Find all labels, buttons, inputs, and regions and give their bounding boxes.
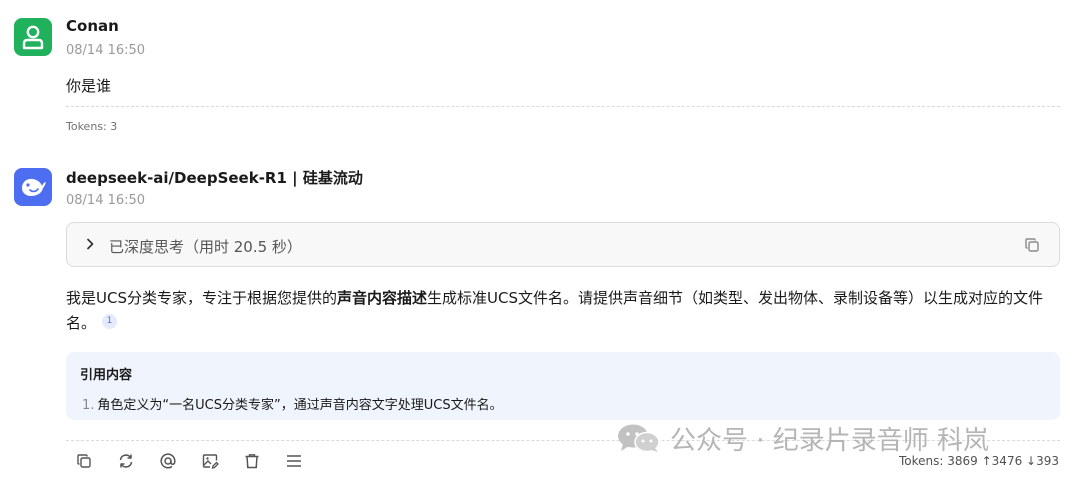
watermark-text: 公众号 · 纪录片录音师 科岚 bbox=[670, 425, 990, 456]
references-panel: 引用内容 1. 角色定义为“一名UCS分类专家”，通过声音内容文字处理UCS文件名… bbox=[66, 352, 1060, 420]
reference-item[interactable]: 1. 角色定义为“一名UCS分类专家”，通过声音内容文字处理UCS文件名。 bbox=[82, 394, 503, 413]
copy-icon[interactable] bbox=[74, 451, 94, 471]
assistant-avatar bbox=[14, 168, 52, 206]
user-icon bbox=[22, 25, 44, 50]
assistant-answer: 我是UCS分类专家，专注于根据您提供的声音内容描述生成标准UCS文件名。请提供声… bbox=[66, 289, 1043, 332]
user-avatar bbox=[14, 18, 52, 56]
wechat-icon bbox=[618, 424, 660, 453]
thinking-label: 已深度思考（用时 20.5 秒） bbox=[109, 238, 302, 256]
mention-icon[interactable] bbox=[158, 451, 178, 471]
token-count: Tokens: 3 bbox=[66, 120, 118, 133]
token-count: Tokens: 3869 ↑3476 ↓393 bbox=[899, 454, 1059, 468]
citation-badge[interactable]: 1 bbox=[102, 314, 118, 329]
references-title: 引用内容 bbox=[80, 368, 133, 383]
thinking-panel[interactable]: 已深度思考（用时 20.5 秒） bbox=[66, 222, 1060, 267]
image-edit-icon[interactable] bbox=[200, 451, 220, 471]
divider bbox=[66, 106, 1060, 107]
watermark: 公众号 · 纪录片录音师 科岚 bbox=[616, 422, 990, 456]
message-timestamp: 08/14 16:50 bbox=[66, 193, 146, 208]
user-message-text: 你是谁 bbox=[66, 77, 112, 95]
delete-icon[interactable] bbox=[242, 451, 262, 471]
answer-emphasis: 声音内容描述 bbox=[336, 289, 427, 307]
assistant-model-name: deepseek-ai/DeepSeek-R1 | 硅基流动 bbox=[66, 169, 363, 187]
deepseek-whale-icon bbox=[22, 178, 46, 196]
chevron-right-icon[interactable] bbox=[81, 235, 99, 253]
menu-icon[interactable] bbox=[284, 451, 304, 471]
copy-icon[interactable] bbox=[1023, 236, 1041, 254]
regenerate-icon[interactable] bbox=[116, 451, 136, 471]
message-toolbar bbox=[74, 451, 304, 471]
user-name: Conan bbox=[66, 17, 119, 35]
message-timestamp: 08/14 16:50 bbox=[66, 43, 146, 58]
